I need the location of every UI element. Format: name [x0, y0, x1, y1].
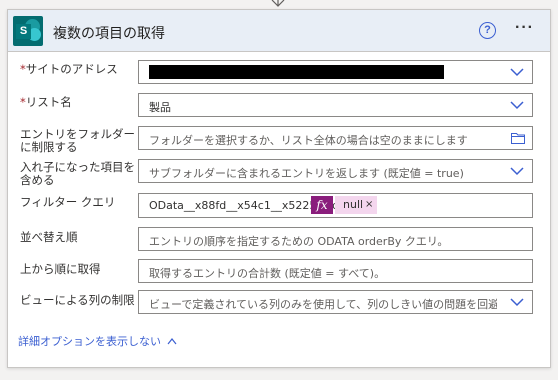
top-count-placeholder: 取得するエントリの合計数 (既定値 = すべて)。	[149, 267, 386, 280]
list-name-dropdown[interactable]: 製品	[138, 93, 533, 117]
expression-fx-icon: fx	[311, 196, 333, 214]
limit-folder-placeholder: フォルダーを選択するか、リスト全体の場合は空のままにします	[149, 134, 468, 147]
redacted-site-address	[149, 65, 444, 79]
chevron-down-icon[interactable]	[510, 101, 524, 110]
limit-folder-input[interactable]: フォルダーを選択するか、リスト全体の場合は空のままにします	[138, 126, 533, 150]
nested-items-label: 入れ子になった項目を 含める	[20, 160, 135, 187]
folder-icon[interactable]	[511, 132, 525, 144]
chevron-down-icon[interactable]	[510, 298, 524, 307]
filter-query-label: フィルター クエリ	[20, 195, 116, 209]
filter-query-input[interactable]: OData__x88fd__x54c1__x5225_ eq fx null ×	[138, 193, 533, 218]
top-count-input[interactable]: 取得するエントリの合計数 (既定値 = すべて)。	[138, 259, 533, 283]
action-header[interactable]: S 複数の項目の取得 ? ···	[8, 10, 550, 52]
action-title[interactable]: 複数の項目の取得	[53, 23, 165, 43]
limit-folder-label: エントリをフォルダー に制限する	[20, 127, 135, 154]
more-options-icon[interactable]: ···	[515, 19, 534, 37]
column-limit-placeholder: ビューで定義されている列のみを使用して、列のしきい値の問題を回避	[149, 298, 497, 311]
list-name-value: 製品	[149, 101, 171, 114]
flow-connector-arrow	[271, 0, 285, 7]
chevron-down-icon[interactable]	[510, 167, 524, 176]
site-address-dropdown[interactable]	[138, 60, 533, 84]
list-name-label: *リスト名	[20, 95, 72, 109]
order-by-placeholder: エントリの順序を指定するための ODATA orderBy クエリ。	[149, 235, 449, 248]
order-by-input[interactable]: エントリの順序を指定するための ODATA orderBy クエリ。	[138, 227, 533, 251]
sharepoint-icon: S	[13, 16, 43, 46]
nested-items-placeholder: サブフォルダーに含まれるエントリを返します (既定値 = true)	[149, 167, 464, 180]
column-limit-label: ビューによる列の制限	[20, 293, 135, 307]
nested-items-dropdown[interactable]: サブフォルダーに含まれるエントリを返します (既定値 = true)	[138, 159, 533, 183]
order-by-label: 並べ替え順	[20, 230, 78, 244]
chevron-down-icon[interactable]	[510, 68, 524, 77]
top-count-label: 上から順に取得	[20, 262, 101, 276]
null-expression-token[interactable]: null ×	[335, 196, 377, 214]
remove-token-icon[interactable]: ×	[365, 196, 373, 214]
chevron-up-icon	[167, 338, 177, 345]
hide-advanced-options-link[interactable]: 詳細オプションを表示しない	[18, 333, 177, 349]
site-address-label: *サイトのアドレス	[20, 62, 118, 76]
action-card: S 複数の項目の取得 ? ··· *サイトのアドレス *リスト名 製品 エントリ…	[7, 9, 551, 368]
help-icon[interactable]: ?	[479, 22, 496, 39]
column-limit-dropdown[interactable]: ビューで定義されている列のみを使用して、列のしきい値の問題を回避	[138, 290, 533, 314]
